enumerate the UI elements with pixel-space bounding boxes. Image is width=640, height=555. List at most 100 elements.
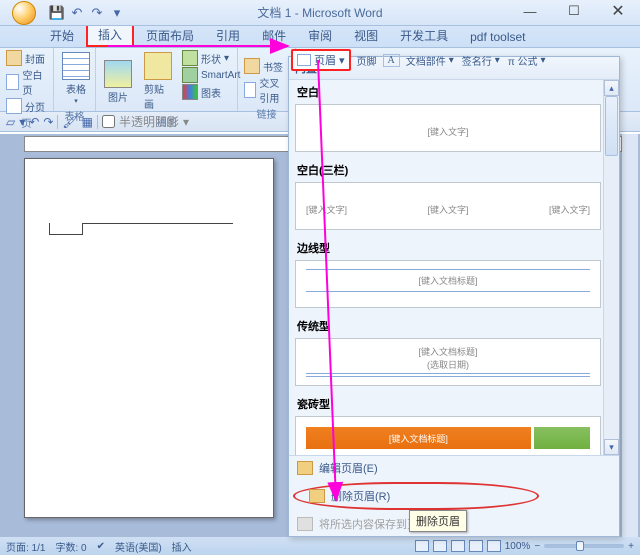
header-gallery-dropdown: 页眉 ▾ 页脚 A 文档部件 ▾ 签名行 ▾ π 公式 ▾ 内置 空白 [键入文… — [288, 56, 620, 537]
tab-pdftoolset[interactable]: pdf toolset — [460, 27, 535, 47]
shapes-button[interactable]: 形状 ▾ — [180, 50, 242, 66]
tab-home[interactable]: 开始 — [40, 24, 84, 47]
view-read-icon[interactable] — [433, 540, 447, 552]
undo2-icon[interactable]: ↶ — [29, 115, 39, 129]
highlight-icon[interactable]: ▦ — [82, 115, 93, 129]
tab-review[interactable]: 审阅 — [298, 24, 342, 47]
dropdown-icon[interactable]: ▾ — [19, 115, 25, 129]
smartart-icon — [182, 67, 198, 83]
view-web-icon[interactable] — [451, 540, 465, 552]
shadow-checkbox[interactable] — [102, 115, 115, 128]
window-controls: — ☐ ✕ — [508, 0, 640, 22]
status-spellcheck-icon[interactable]: ✔ — [97, 541, 105, 552]
tab-mailings[interactable]: 邮件 — [252, 24, 296, 47]
new-icon[interactable]: ▱ — [6, 115, 15, 129]
preset-label: 传统型 — [295, 314, 601, 338]
qat-more-icon[interactable]: ▾ — [108, 4, 126, 22]
chart-icon — [182, 84, 198, 100]
zoom-percent[interactable]: 100% — [505, 541, 531, 552]
clipart-button[interactable]: 剪贴画 — [140, 50, 176, 113]
picture-icon — [104, 60, 132, 88]
preset-sideline[interactable]: 边线型 [键入文档标题] — [295, 236, 601, 308]
remove-header-item[interactable]: 删除页眉(R) — [293, 482, 539, 510]
cover-page-button[interactable]: 封面 — [4, 50, 49, 66]
picture-button[interactable]: 图片 — [100, 50, 136, 113]
status-page[interactable]: 页面: 1/1 — [6, 539, 45, 554]
docparts-button[interactable]: 文档部件 ▾ — [404, 53, 456, 68]
titlebar: 💾 ↶ ↷ ▾ 文档 1 - Microsoft Word — ☐ ✕ — [0, 0, 640, 26]
preset-label: 空白(三栏) — [295, 158, 601, 182]
footer-button[interactable]: 页脚 — [355, 53, 379, 68]
bookmark-button[interactable]: 书签 — [242, 58, 291, 74]
clipart-icon — [144, 52, 172, 80]
crossref-button[interactable]: 交叉引用 — [242, 75, 291, 105]
tab-developer[interactable]: 开发工具 — [390, 24, 458, 47]
separator — [97, 115, 98, 129]
view-outline-icon[interactable] — [469, 540, 483, 552]
quick-access-toolbar: 💾 ↶ ↷ ▾ — [48, 4, 126, 22]
blank-page-button[interactable]: 空白页 — [4, 67, 49, 97]
redo2-icon[interactable]: ↷ — [43, 115, 53, 129]
tab-references[interactable]: 引用 — [206, 24, 250, 47]
chart-button[interactable]: 图表 — [180, 84, 242, 100]
zoom-slider[interactable] — [544, 544, 624, 548]
table-button[interactable]: 表格▾ — [58, 50, 94, 107]
edit-icon — [297, 461, 313, 475]
zoom-out-button[interactable]: − — [534, 541, 540, 552]
tab-layout[interactable]: 页面布局 — [136, 24, 204, 47]
zoom-in-button[interactable]: + — [628, 541, 634, 552]
preset-label: 瓷砖型 — [295, 392, 601, 416]
save-gallery-icon — [297, 517, 313, 531]
preset-label: 空白 — [295, 80, 601, 104]
status-language[interactable]: 英语(美国) — [115, 539, 162, 554]
crossref-icon — [244, 82, 256, 98]
preset-blank[interactable]: 空白 [键入文字] — [295, 80, 601, 152]
status-words[interactable]: 字数: 0 — [55, 539, 86, 554]
view-print-icon[interactable] — [415, 540, 429, 552]
remove-header-tooltip: 删除页眉 — [409, 510, 467, 532]
close-button[interactable]: ✕ — [596, 0, 640, 22]
table-icon — [62, 52, 90, 80]
ribbon-tabs: 开始 插入 页面布局 引用 邮件 审阅 视图 开发工具 pdf toolset — [0, 26, 640, 48]
remove-icon — [309, 489, 325, 503]
undo-icon[interactable]: ↶ — [68, 4, 86, 22]
chevron-down-icon[interactable]: ▾ — [183, 115, 189, 129]
office-logo-icon — [12, 1, 36, 25]
scroll-down-icon[interactable]: ▾ — [604, 439, 619, 455]
zoom-thumb[interactable] — [576, 541, 584, 551]
maximize-button[interactable]: ☐ — [552, 0, 596, 22]
tab-view[interactable]: 视图 — [344, 24, 388, 47]
status-insert-mode[interactable]: 插入 — [172, 539, 192, 554]
gallery-body: 空白 [键入文字] 空白(三栏) [键入文字][键入文字][键入文字] 边线型 … — [289, 80, 619, 455]
equation-button[interactable]: π 公式 ▾ — [506, 53, 548, 68]
header-icon — [297, 54, 311, 66]
smartart-button[interactable]: SmartArt — [180, 67, 242, 83]
separator — [57, 115, 58, 129]
edit-header-item[interactable]: 编辑页眉(E) — [289, 456, 619, 480]
scroll-up-icon[interactable]: ▴ — [604, 80, 619, 96]
blank-icon — [6, 74, 19, 90]
signature-button[interactable]: 签名行 ▾ — [460, 53, 502, 68]
redo-icon[interactable]: ↷ — [88, 4, 106, 22]
status-bar: 页面: 1/1 字数: 0 ✔ 英语(美国) 插入 100% − + — [0, 537, 640, 555]
brush-icon[interactable]: 🖌 — [62, 115, 77, 129]
bookmark-icon — [244, 58, 260, 74]
group-label: 链接 — [242, 105, 291, 122]
scroll-thumb[interactable] — [605, 96, 618, 156]
page-break-button[interactable]: 分页 — [4, 98, 49, 114]
ribbon-group-pages: 封面 空白页 分页 页 — [0, 48, 54, 111]
preset-traditional[interactable]: 传统型 [键入文档标题](选取日期) — [295, 314, 601, 386]
preset-label: 边线型 — [295, 236, 601, 260]
header-split-button[interactable]: 页眉 ▾ — [291, 49, 351, 71]
preset-blank-3col[interactable]: 空白(三栏) [键入文字][键入文字][键入文字] — [295, 158, 601, 230]
header-area-line — [83, 223, 233, 224]
save-icon[interactable]: 💾 — [48, 4, 66, 22]
textbox-a-button[interactable]: A — [383, 54, 400, 67]
gallery-scrollbar[interactable]: ▴ ▾ — [603, 80, 619, 455]
minimize-button[interactable]: — — [508, 0, 552, 22]
document-page[interactable] — [24, 158, 274, 518]
office-button[interactable] — [6, 0, 42, 26]
vertical-scrollbar[interactable] — [622, 134, 638, 537]
view-draft-icon[interactable] — [487, 540, 501, 552]
preset-tile[interactable]: 瓷砖型 [键入文档标题] — [295, 392, 601, 455]
